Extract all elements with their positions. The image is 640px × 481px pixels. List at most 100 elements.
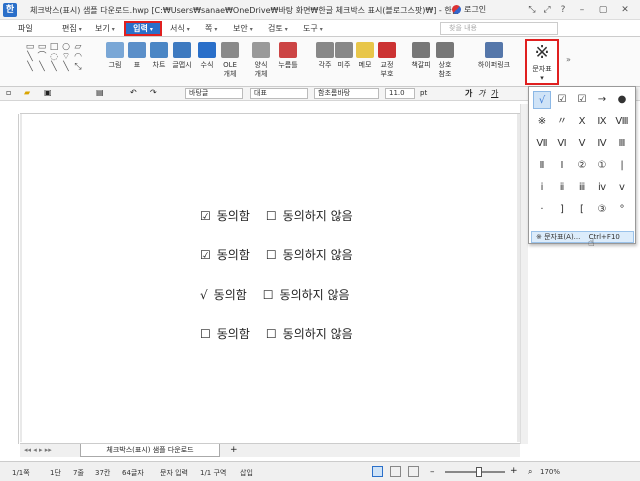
fullscreen-icon[interactable]: ⤢ — [540, 3, 554, 17]
ribbon-button[interactable]: 차트 — [148, 42, 170, 70]
agree-checkbox[interactable]: ☐ — [200, 327, 211, 341]
char-cell[interactable]: ② — [573, 157, 591, 175]
checkbox-row[interactable]: ☑ 동의함 ☐ 동의하지 않음 — [200, 207, 353, 224]
ribbon-button[interactable]: 수식 — [196, 42, 218, 70]
char-table-button[interactable]: ※ 문자표 ▾ — [525, 39, 559, 85]
view-web-icon[interactable] — [408, 466, 419, 477]
char-cell[interactable]: ⅱ — [553, 179, 571, 197]
char-cell[interactable]: ⅳ — [593, 179, 611, 197]
checkbox-row[interactable]: ☐ 동의함 ☐ 동의하지 않음 — [200, 325, 353, 342]
login-button[interactable]: 로그인 — [452, 4, 486, 15]
char-cell[interactable]: ⅲ — [573, 179, 591, 197]
shape-icon[interactable]: ⤡ — [72, 63, 84, 72]
ribbon-button[interactable]: 미주 — [333, 42, 355, 70]
char-cell[interactable]: Ⅳ — [593, 135, 611, 153]
zoom-icon[interactable]: ⌕ — [528, 467, 532, 477]
shape-icon[interactable]: ○ — [60, 43, 72, 52]
shape-icon[interactable]: ▱ — [72, 43, 84, 52]
font-size-input[interactable]: 11.0 — [385, 88, 415, 99]
ribbon-button[interactable]: 글맵시 — [171, 42, 193, 70]
char-cell[interactable]: ⅴ — [613, 179, 631, 197]
shape-icon[interactable]: ╲ — [48, 63, 60, 72]
agree-checkbox[interactable]: ☑ — [200, 209, 211, 223]
char-cell[interactable]: Ⅴ — [573, 135, 591, 153]
add-tab-button[interactable]: + — [230, 445, 238, 455]
underline-button[interactable]: 가 — [491, 88, 498, 99]
char-cell[interactable]: ⅰ — [533, 179, 551, 197]
char-cell[interactable]: 〃 — [553, 113, 571, 131]
char-cell[interactable]: Ⅵ — [553, 135, 571, 153]
char-cell[interactable]: ° — [613, 201, 631, 219]
menu-insert[interactable]: 입력 ▾ — [124, 21, 162, 36]
redo-icon[interactable]: ↷ — [150, 88, 157, 97]
font-select[interactable]: 함초롬바탕 — [314, 88, 379, 99]
disagree-checkbox[interactable]: ☐ — [266, 209, 277, 223]
shape-icon[interactable]: ▭ — [36, 43, 48, 52]
print-icon[interactable]: ▤ — [96, 88, 104, 97]
disagree-checkbox[interactable]: ☐ — [263, 288, 274, 302]
char-cell[interactable]: ☑ — [553, 91, 571, 109]
shape-icon[interactable]: ◌ — [48, 53, 60, 62]
shape-icon[interactable]: ◠ — [72, 53, 84, 62]
style-select[interactable]: 바탕글 — [185, 88, 243, 99]
zoom-slider-thumb[interactable] — [476, 467, 482, 477]
char-cell[interactable]: √ — [533, 91, 551, 109]
char-cell[interactable]: → — [593, 91, 611, 109]
unit-label[interactable]: pt — [420, 89, 427, 97]
char-cell[interactable]: Ⅷ — [613, 113, 631, 131]
shape-icon[interactable]: ╲ — [36, 63, 48, 72]
ribbon-button[interactable]: 그림 — [104, 42, 126, 70]
ribbon-button[interactable]: 책갈피 — [410, 42, 432, 70]
maximize-button[interactable]: ▢ — [596, 3, 610, 17]
char-cell[interactable]: ● — [613, 91, 631, 109]
ribbon-button[interactable]: 하이퍼링크 — [474, 42, 514, 70]
zoom-slider[interactable] — [445, 471, 505, 473]
char-cell[interactable]: ① — [593, 157, 611, 175]
char-cell[interactable]: Ⅰ — [553, 157, 571, 175]
ribbon-button[interactable]: 양식 개체 — [250, 42, 272, 79]
char-cell[interactable]: Ⅱ — [533, 157, 551, 175]
horizontal-ruler[interactable] — [20, 104, 520, 114]
tab-document[interactable]: 체크박스(표시) 샘플 다운로드 — [80, 444, 220, 457]
close-button[interactable]: ✕ — [618, 3, 632, 17]
agree-checkbox[interactable]: √ — [200, 288, 208, 302]
ribbon-button[interactable]: 상호 참조 — [434, 42, 456, 79]
disagree-checkbox[interactable]: ☐ — [266, 248, 277, 262]
vertical-scrollbar[interactable] — [520, 104, 528, 444]
help-icon[interactable]: ? — [556, 3, 570, 17]
undo-icon[interactable]: ↶ — [130, 88, 137, 97]
shape-icon[interactable]: ╲ — [24, 53, 36, 62]
bold-button[interactable]: 가 — [465, 88, 472, 99]
shape-gallery[interactable]: ▭ ▭ □ ○ ▱ ╲ ⌒ ◌ ⌔ ◠ ╲ ╲ ╲ ╲ ⤡ — [24, 42, 88, 82]
char-cell[interactable]: Ⅶ — [533, 135, 551, 153]
open-folder-icon[interactable]: ▰ — [24, 88, 30, 97]
shape-icon[interactable]: □ — [48, 43, 60, 52]
char-cell[interactable]: Ⅸ — [593, 113, 611, 131]
menu-security[interactable]: 보안 ▾ — [233, 23, 253, 34]
char-cell[interactable]: ] — [553, 201, 571, 219]
zoom-in-button[interactable]: + — [510, 467, 518, 476]
ribbon-button[interactable]: 메모 — [354, 42, 376, 70]
char-cell[interactable]: ☑ — [573, 91, 591, 109]
char-cell[interactable]: Ⅹ — [573, 113, 591, 131]
view-normal-icon[interactable] — [372, 466, 383, 477]
char-cell[interactable]: [ — [573, 201, 591, 219]
minimize-button[interactable]: – — [575, 3, 589, 17]
shape-icon[interactable]: ╲ — [60, 63, 72, 72]
char-cell[interactable]: Ⅲ — [613, 135, 631, 153]
menu-view[interactable]: 보기 ▾ — [95, 23, 115, 34]
language-select[interactable]: 대표 — [250, 88, 308, 99]
menu-page[interactable]: 쪽 ▾ — [205, 23, 217, 34]
checkbox-row[interactable]: √ 동의함 ☐ 동의하지 않음 — [200, 286, 350, 303]
italic-button[interactable]: 가 — [478, 88, 485, 99]
tab-nav-icon[interactable]: ◂◂ ◂ ▸ ▸▸ — [24, 446, 52, 454]
agree-checkbox[interactable]: ☑ — [200, 248, 211, 262]
menu-edit[interactable]: 편집 ▾ — [62, 23, 82, 34]
vertical-ruler[interactable] — [10, 114, 19, 444]
shape-icon[interactable]: ▭ — [24, 43, 36, 52]
hwp-app-icon[interactable]: 한 — [3, 3, 17, 17]
ribbon-button[interactable]: 누름틀 — [277, 42, 299, 70]
char-cell[interactable]: | — [613, 157, 631, 175]
view-layout-icon[interactable] — [390, 466, 401, 477]
ribbon-button[interactable]: OLE 개체 — [219, 42, 241, 79]
